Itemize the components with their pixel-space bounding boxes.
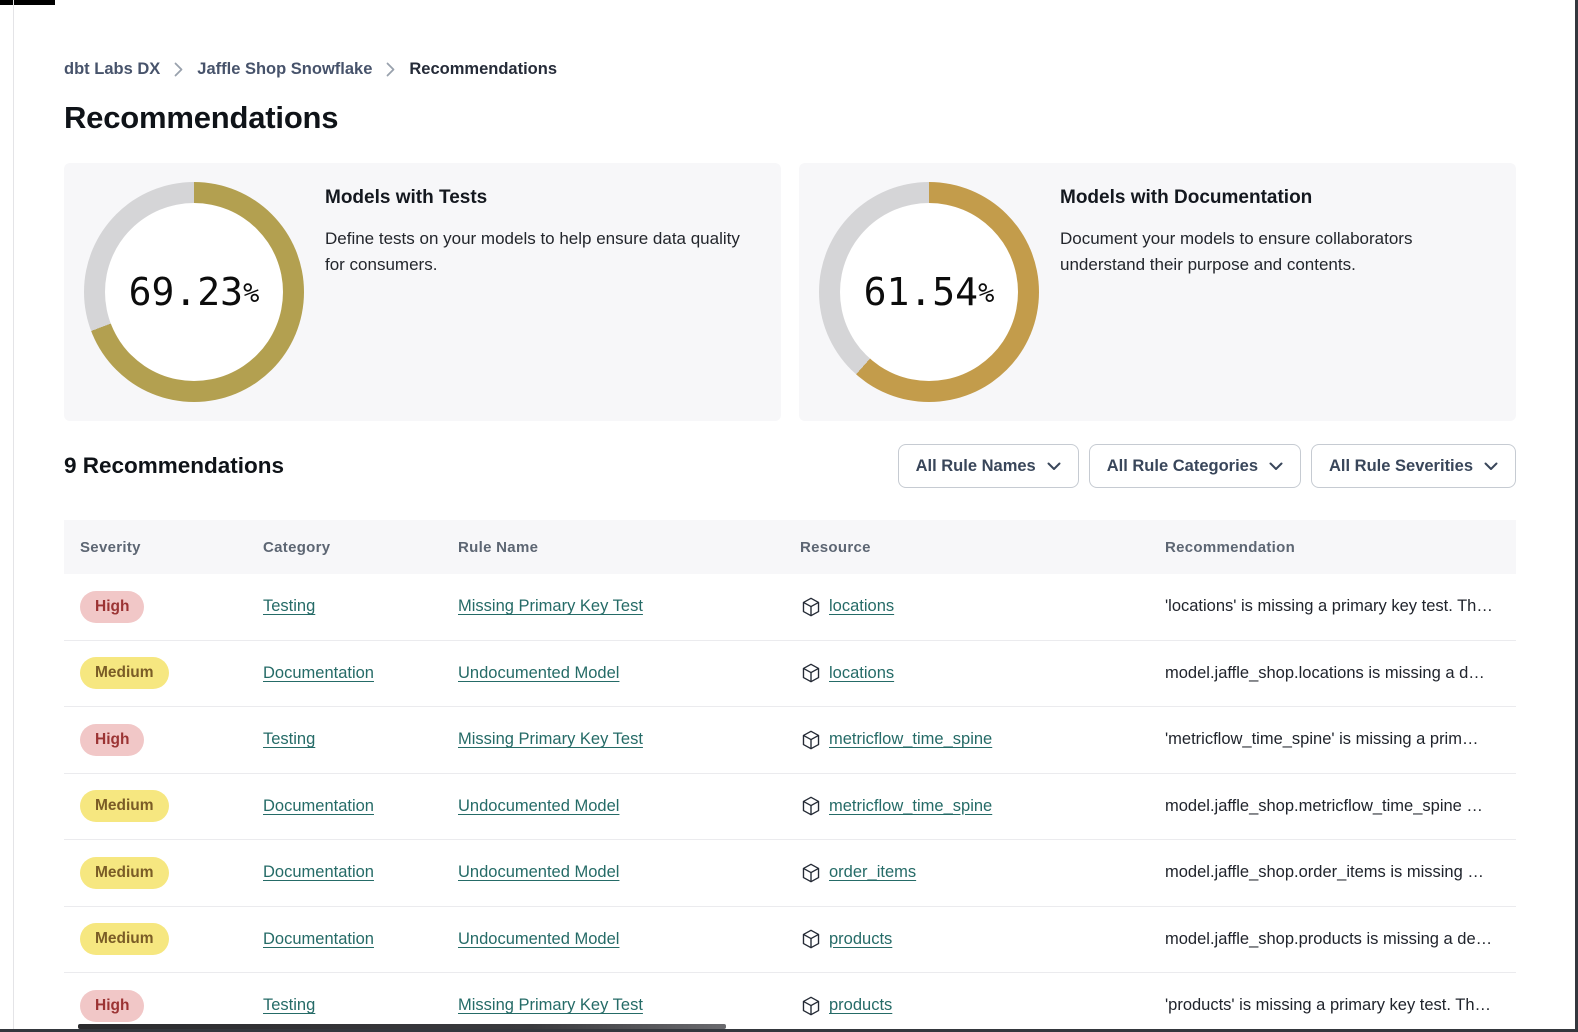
chevron-right-icon: [174, 62, 183, 77]
table-row: High Testing Missing Primary Key Test lo…: [64, 574, 1516, 641]
category-link[interactable]: Documentation: [263, 863, 374, 881]
cube-icon: [800, 995, 822, 1017]
severity-badge: Medium: [80, 790, 169, 822]
severity-badge: High: [80, 591, 144, 623]
rule-names-filter-dropdown[interactable]: All Rule Names: [898, 444, 1079, 488]
documentation-donut-chart: 61.54%: [819, 182, 1039, 402]
rule-name-link[interactable]: Undocumented Model: [458, 664, 619, 682]
chevron-down-icon: [1047, 457, 1061, 476]
rule-name-link[interactable]: Missing Primary Key Test: [458, 730, 643, 748]
breadcrumb-item-dbt-labs-dx[interactable]: dbt Labs DX: [64, 60, 160, 79]
rule-name-link[interactable]: Missing Primary Key Test: [458, 597, 643, 615]
left-divider-line: [13, 0, 14, 1032]
severity-badge: Medium: [80, 923, 169, 955]
table-row: Medium Documentation Undocumented Model …: [64, 641, 1516, 708]
resource-link[interactable]: locations: [829, 597, 894, 616]
table-header: Severity Category Rule Name Resource Rec…: [64, 520, 1516, 574]
category-link[interactable]: Documentation: [263, 930, 374, 948]
card-description: Document your models to ensure collabora…: [1060, 226, 1428, 278]
rule-severities-filter-dropdown[interactable]: All Rule Severities: [1311, 444, 1516, 488]
tests-percentage: 69.23%: [129, 270, 260, 314]
breadcrumb-item-jaffle-shop-snowflake[interactable]: Jaffle Shop Snowflake: [197, 60, 372, 79]
models-with-tests-card: 69.23% Models with Tests Define tests on…: [64, 163, 781, 421]
resource-link[interactable]: products: [829, 930, 892, 949]
severity-badge: Medium: [80, 857, 169, 889]
chevron-right-icon: [386, 62, 395, 77]
resource-link[interactable]: products: [829, 996, 892, 1015]
category-link[interactable]: Documentation: [263, 797, 374, 815]
card-description: Define tests on your models to help ensu…: [325, 226, 757, 278]
rule-name-link[interactable]: Undocumented Model: [458, 863, 619, 881]
rule-categories-filter-dropdown[interactable]: All Rule Categories: [1089, 444, 1301, 488]
recommendation-text: 'metricflow_time_spine' is missing a pri…: [1165, 730, 1516, 749]
table-row: Medium Documentation Undocumented Model …: [64, 907, 1516, 974]
category-link[interactable]: Testing: [263, 996, 315, 1014]
filters: All Rule Names All Rule Categories All R…: [898, 444, 1516, 488]
table-row: High Testing Missing Primary Key Test pr…: [64, 973, 1516, 1032]
recommendation-text: model.jaffle_shop.order_items is missing…: [1165, 863, 1516, 882]
cube-icon: [800, 862, 822, 884]
cube-icon: [800, 928, 822, 950]
recommendation-text: 'locations' is missing a primary key tes…: [1165, 597, 1516, 616]
column-header-severity: Severity: [80, 539, 263, 556]
rule-name-link[interactable]: Undocumented Model: [458, 797, 619, 815]
metric-cards: 69.23% Models with Tests Define tests on…: [64, 163, 1516, 421]
breadcrumb: dbt Labs DX Jaffle Shop Snowflake Recomm…: [64, 60, 1516, 79]
severity-badge: High: [80, 724, 144, 756]
tests-donut-chart: 69.23%: [84, 182, 304, 402]
table-body: High Testing Missing Primary Key Test lo…: [64, 574, 1516, 1032]
resource-link[interactable]: locations: [829, 664, 894, 683]
resource-link[interactable]: metricflow_time_spine: [829, 730, 992, 749]
chevron-down-icon: [1484, 457, 1498, 476]
window-edge-fragment: [0, 0, 55, 5]
page-title: Recommendations: [64, 100, 1516, 136]
severity-badge: Medium: [80, 657, 169, 689]
category-link[interactable]: Testing: [263, 597, 315, 615]
column-header-recommendation: Recommendation: [1165, 539, 1516, 556]
chevron-down-icon: [1269, 457, 1283, 476]
resource-link[interactable]: order_items: [829, 863, 916, 882]
recommendations-count: 9 Recommendations: [64, 453, 284, 479]
table-row: Medium Documentation Undocumented Model …: [64, 840, 1516, 907]
recommendation-text: model.jaffle_shop.products is missing a …: [1165, 930, 1516, 949]
models-with-documentation-card: 61.54% Models with Documentation Documen…: [799, 163, 1516, 421]
card-title: Models with Tests: [325, 187, 757, 209]
recommendation-text: model.jaffle_shop.locations is missing a…: [1165, 664, 1516, 683]
category-link[interactable]: Documentation: [263, 664, 374, 682]
column-header-category: Category: [263, 539, 458, 556]
card-title: Models with Documentation: [1060, 187, 1492, 209]
recommendations-table: Severity Category Rule Name Resource Rec…: [64, 520, 1516, 1032]
breadcrumb-item-recommendations: Recommendations: [409, 60, 557, 79]
cube-icon: [800, 662, 822, 684]
cube-icon: [800, 795, 822, 817]
recommendation-text: 'products' is missing a primary key test…: [1165, 996, 1516, 1015]
category-link[interactable]: Testing: [263, 730, 315, 748]
recommendation-text: model.jaffle_shop.metricflow_time_spine …: [1165, 797, 1516, 816]
resource-link[interactable]: metricflow_time_spine: [829, 797, 992, 816]
column-header-rule-name: Rule Name: [458, 539, 800, 556]
recommendations-page: dbt Labs DX Jaffle Shop Snowflake Recomm…: [64, 0, 1516, 1032]
cube-icon: [800, 729, 822, 751]
cube-icon: [800, 596, 822, 618]
severity-badge: High: [80, 990, 144, 1022]
list-toolbar: 9 Recommendations All Rule Names All Rul…: [64, 444, 1516, 488]
column-header-resource: Resource: [800, 539, 1165, 556]
rule-name-link[interactable]: Undocumented Model: [458, 930, 619, 948]
rule-name-link[interactable]: Missing Primary Key Test: [458, 996, 643, 1014]
table-row: High Testing Missing Primary Key Test me…: [64, 707, 1516, 774]
documentation-percentage: 61.54%: [864, 270, 995, 314]
table-row: Medium Documentation Undocumented Model …: [64, 774, 1516, 841]
